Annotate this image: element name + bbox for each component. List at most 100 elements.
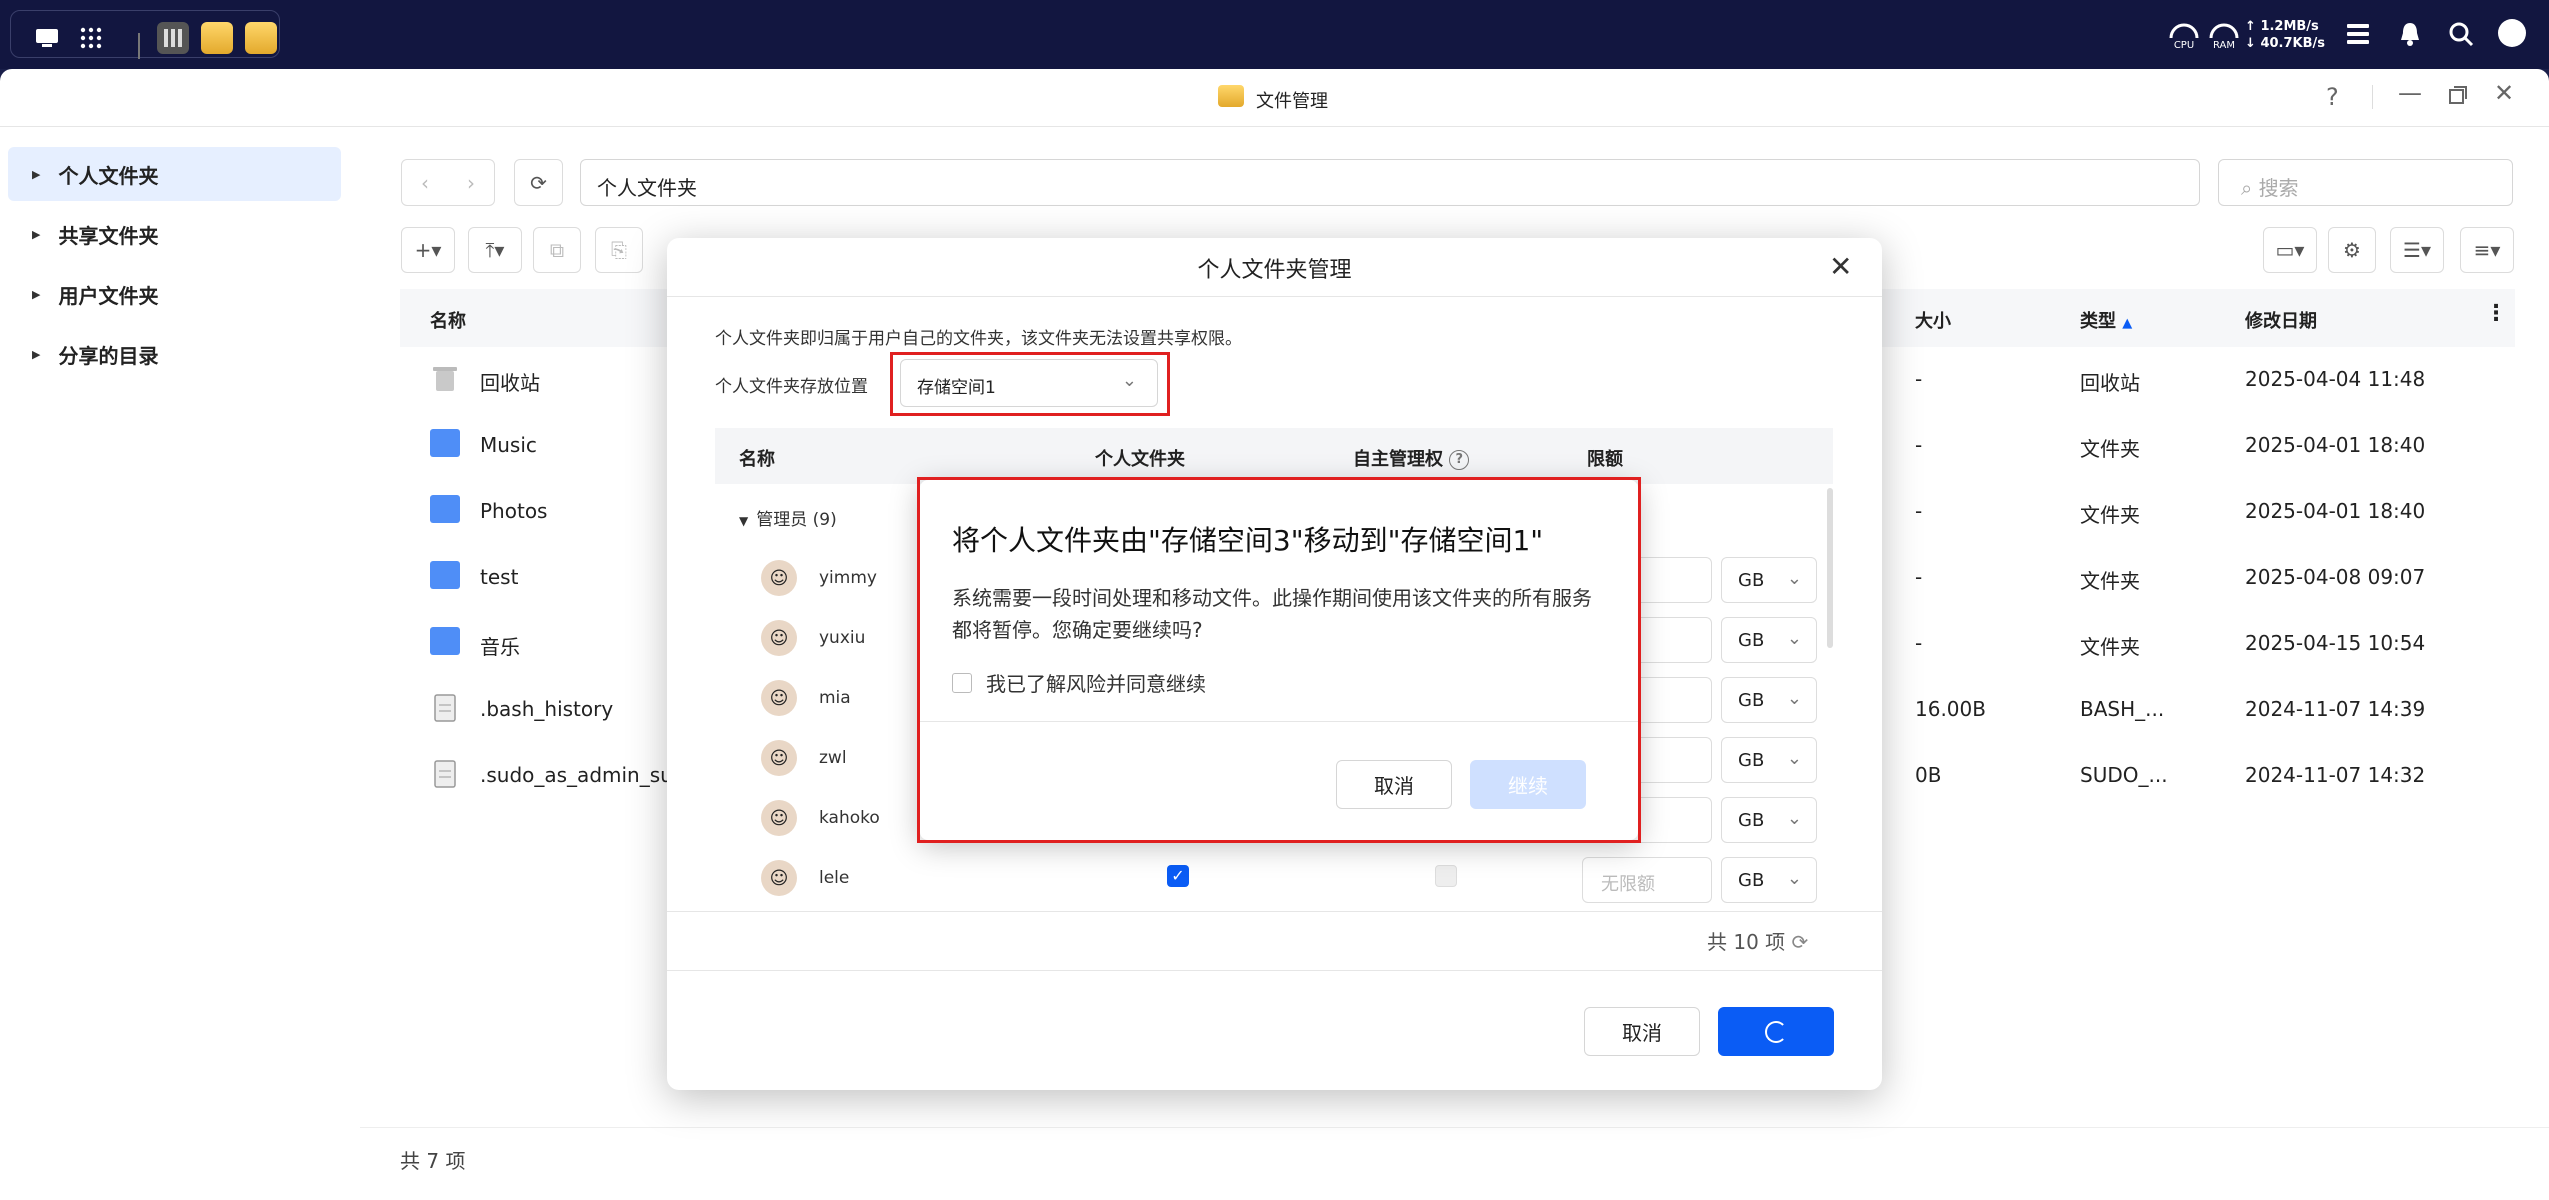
refresh-button[interactable]: ⟳ (514, 159, 563, 206)
avatar: ☺ (761, 680, 797, 716)
refresh-icon[interactable]: ⟳ (1792, 930, 1809, 954)
file-type: 文件夹 (2080, 503, 2140, 527)
storage-button[interactable]: ▭▾ (2263, 227, 2317, 273)
sort-icon: ≡▾ (2473, 238, 2501, 262)
sidebar-item-shared-directory[interactable]: ▶ 分享的目录 (8, 327, 341, 381)
file-date: 2025-04-08 09:07 (2245, 565, 2426, 589)
user-row: ☺ lele ✓ 无限额 GB ⌄ (715, 846, 1833, 906)
back-icon[interactable]: ‹ (421, 171, 429, 195)
file-size: - (1915, 499, 1923, 523)
file-date: 2025-04-01 18:40 (2245, 499, 2426, 523)
list-view-icon: ☰▾ (2403, 238, 2431, 262)
new-button[interactable]: +▾ (401, 227, 455, 273)
scrollbar[interactable] (1827, 488, 1833, 648)
more-options-icon[interactable]: ⋮ (2485, 301, 2507, 326)
file-manager-app-icon[interactable] (201, 22, 233, 54)
column-type[interactable]: 类型 ▲ (2080, 307, 2132, 333)
avatar: ☺ (761, 860, 797, 896)
personal-folder-checkbox[interactable]: ✓ (1167, 865, 1189, 887)
column-name[interactable]: 名称 (430, 307, 466, 333)
sort-button[interactable]: ≡▾ (2460, 227, 2514, 273)
expand-arrow-icon[interactable]: ▶ (32, 348, 40, 361)
sidebar-item-label: 用户文件夹 (58, 283, 159, 308)
music-folder-icon (430, 429, 460, 457)
minimize-icon[interactable]: — (2398, 79, 2422, 107)
user-name: lele (819, 868, 850, 888)
download-arrow-icon: ↓ (2245, 36, 2256, 51)
confirm-button-loading[interactable] (1718, 1007, 1834, 1056)
search-input[interactable]: ⌕ 搜索 (2218, 159, 2513, 206)
settings-button[interactable]: ⚙ (2328, 227, 2376, 273)
path-bar[interactable]: 个人文件夹 (580, 159, 2200, 206)
column-size[interactable]: 大小 (1915, 307, 1951, 333)
column-type-label: 类型 (2080, 311, 2116, 332)
item-count: 共 7 项 (400, 1149, 466, 1173)
file-date: 2024-11-07 14:39 (2245, 697, 2426, 721)
quota-value: 无限额 (1601, 874, 1655, 895)
plus-icon: +▾ (414, 238, 442, 262)
file-size: 0B (1915, 763, 1942, 787)
help-icon[interactable]: ? (2326, 83, 2339, 111)
collapse-arrow-icon[interactable]: ▼ (739, 514, 748, 528)
group-admins[interactable]: ▼ 管理员 (9) (739, 505, 837, 530)
close-icon[interactable]: ✕ (1829, 250, 1852, 283)
file-date: 2024-11-07 14:32 (2245, 763, 2426, 787)
user-avatar-icon[interactable] (2498, 19, 2526, 47)
file-date: 2025-04-15 10:54 (2245, 631, 2426, 655)
forward-icon[interactable]: › (467, 171, 475, 195)
chevron-down-icon: ⌄ (1786, 868, 1802, 889)
file-type: 文件夹 (2080, 569, 2140, 593)
copy-button[interactable]: ⧉ (533, 227, 581, 273)
file-type: 文件夹 (2080, 437, 2140, 461)
calculator-app-icon[interactable] (157, 22, 189, 54)
expand-arrow-icon[interactable]: ▶ (32, 288, 40, 301)
unit-select[interactable]: GB ⌄ (1721, 557, 1817, 603)
cancel-button[interactable]: 取消 (1584, 1007, 1700, 1056)
bell-icon[interactable] (2397, 21, 2423, 51)
sidebar-item-shared-folder[interactable]: ▶ 共享文件夹 (8, 207, 341, 261)
search-icon[interactable] (2448, 21, 2474, 51)
unit-value: GB (1738, 810, 1765, 831)
unit-value: GB (1738, 570, 1765, 591)
unit-select[interactable]: GB ⌄ (1721, 677, 1817, 723)
sidebar-item-user-folder[interactable]: ▶ 用户文件夹 (8, 267, 341, 321)
highlight-box-location (890, 352, 1170, 416)
refresh-icon: ⟳ (530, 170, 547, 195)
taskbar: CPU RAM ↑ 1.2MB/s ↓ 40.7KB/s (0, 0, 2549, 69)
file-size: - (1915, 433, 1923, 457)
help-icon[interactable]: ? (1449, 450, 1470, 470)
sidebar-item-personal-folder[interactable]: ▶ 个人文件夹 (8, 147, 341, 201)
upload-button[interactable]: ⤒▾ (468, 227, 522, 273)
network-speed[interactable]: ↑ 1.2MB/s ↓ 40.7KB/s (2245, 18, 2325, 52)
admin-rights-checkbox[interactable] (1435, 865, 1457, 887)
avatar: ☺ (761, 560, 797, 596)
quota-input[interactable]: 无限额 (1582, 857, 1712, 903)
desktop-icon[interactable] (31, 22, 63, 54)
user-name: yimmy (819, 568, 877, 588)
expand-arrow-icon[interactable]: ▶ (32, 168, 40, 181)
file-manager-app-icon-2[interactable] (245, 22, 277, 54)
user-name: kahoko (819, 808, 880, 828)
unit-select[interactable]: GB ⌄ (1721, 737, 1817, 783)
unit-select[interactable]: GB ⌄ (1721, 797, 1817, 843)
task-list-icon[interactable] (2345, 21, 2371, 51)
sidebar-item-label: 共享文件夹 (58, 223, 159, 248)
chevron-down-icon: ⌄ (1786, 748, 1802, 769)
move-button[interactable]: ⎘ (595, 227, 643, 273)
user-name: yuxiu (819, 628, 866, 648)
close-icon[interactable]: ✕ (2494, 79, 2514, 107)
unit-value: GB (1738, 690, 1765, 711)
column-date[interactable]: 修改日期 (2245, 307, 2317, 333)
unit-select[interactable]: GB ⌄ (1721, 857, 1817, 903)
briefcase-icon: ▭▾ (2275, 238, 2305, 262)
group-label: 管理员 (9) (756, 510, 837, 530)
maximize-icon[interactable] (2448, 83, 2468, 111)
expand-arrow-icon[interactable]: ▶ (32, 228, 40, 241)
chevron-down-icon: ⌄ (1786, 688, 1802, 709)
ram-gauge-icon[interactable]: RAM (2208, 20, 2240, 51)
app-grid-icon[interactable] (75, 22, 107, 54)
cpu-gauge-icon[interactable]: CPU (2168, 20, 2200, 51)
unit-select[interactable]: GB ⌄ (1721, 617, 1817, 663)
file-size: - (1915, 631, 1923, 655)
view-mode-button[interactable]: ☰▾ (2390, 227, 2444, 273)
